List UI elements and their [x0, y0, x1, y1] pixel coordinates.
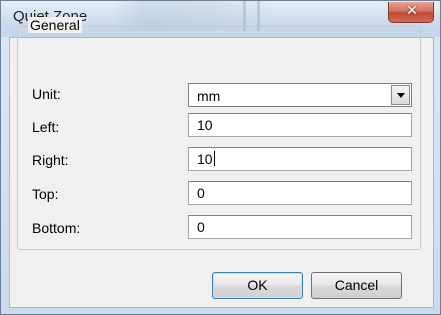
- right-input-value: 10: [197, 151, 213, 167]
- left-label: Left:: [32, 119, 60, 135]
- unit-dropdown-button[interactable]: [391, 85, 410, 105]
- left-input[interactable]: 10: [188, 113, 412, 137]
- quiet-zone-dialog: Quiet Zone ✕ General Unit: mm Left: 10 R…: [0, 0, 441, 315]
- top-input[interactable]: 0: [188, 181, 412, 205]
- ok-button[interactable]: OK: [212, 272, 303, 299]
- text-caret: [213, 151, 215, 166]
- unit-label: Unit:: [32, 86, 61, 102]
- left-input-value: 10: [197, 117, 213, 133]
- top-input-value: 0: [197, 185, 205, 201]
- bottom-input-value: 0: [197, 219, 205, 235]
- right-label: Right:: [32, 152, 69, 168]
- chevron-down-icon: [397, 93, 405, 98]
- unit-select[interactable]: mm: [188, 83, 412, 107]
- right-input[interactable]: 10: [188, 147, 412, 171]
- general-group-legend: General: [28, 17, 82, 33]
- unit-select-value: mm: [197, 88, 221, 104]
- cancel-button[interactable]: Cancel: [311, 272, 402, 299]
- close-icon: ✕: [406, 3, 418, 19]
- close-button[interactable]: ✕: [388, 2, 434, 23]
- bottom-input[interactable]: 0: [188, 215, 412, 239]
- top-label: Top:: [32, 186, 59, 202]
- bottom-label: Bottom:: [32, 220, 81, 236]
